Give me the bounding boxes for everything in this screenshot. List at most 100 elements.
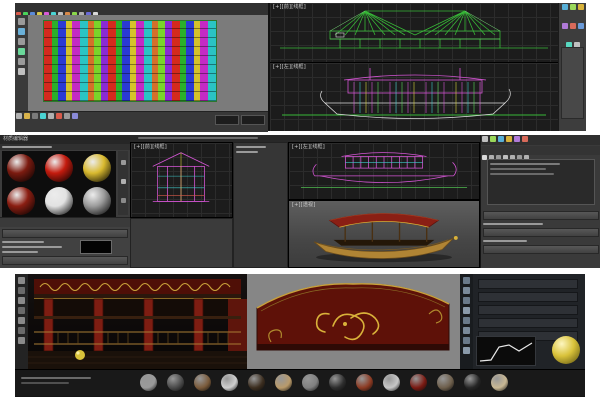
uv-side-icon[interactable] (18, 28, 25, 35)
viewport-boat-side[interactable]: [+][左][线框] (288, 142, 480, 200)
uv-editor-left-toolbar (15, 15, 28, 111)
panel-mode-icon[interactable] (463, 347, 470, 354)
material-thumbnail[interactable] (383, 374, 400, 391)
paint-tool-icon[interactable] (18, 327, 25, 334)
material-thumbnail[interactable] (194, 374, 211, 391)
material-thumbnail[interactable] (464, 374, 481, 391)
material-sphere[interactable] (83, 187, 111, 215)
viewport-label[interactable]: [+][左][线框] (292, 144, 325, 151)
texture-paint-viewport[interactable] (247, 274, 460, 369)
wireframe-boat-svg (270, 63, 558, 131)
uv-bottom-icon[interactable] (40, 113, 46, 119)
material-thumbnail[interactable] (302, 374, 319, 391)
viewport-label[interactable]: [+][前][线框] (273, 4, 306, 11)
uv-side-icon[interactable] (18, 68, 25, 75)
rollout-header[interactable] (483, 245, 599, 254)
uv-bottom-icon[interactable] (64, 113, 70, 119)
uv-editor-window (15, 3, 270, 131)
rollout-header[interactable] (483, 228, 599, 237)
material-side-icon[interactable] (121, 179, 126, 184)
material-editor-menubar[interactable] (0, 144, 130, 150)
curve-svg (477, 337, 535, 365)
material-sphere[interactable] (7, 187, 35, 215)
uv-side-icon[interactable] (18, 58, 25, 65)
material-thumbnail[interactable] (437, 374, 454, 391)
create-tab-icon[interactable] (506, 136, 512, 142)
create-tab-icon[interactable] (514, 136, 520, 142)
diffuse-color-swatch[interactable] (80, 240, 112, 254)
viewport-front-wireframe[interactable]: [+][前][线框] (270, 3, 558, 63)
rollout-header[interactable] (483, 211, 599, 220)
paint-tool-icon[interactable] (18, 297, 25, 304)
material-preview-sphere[interactable] (552, 336, 580, 364)
uv-bottom-icon[interactable] (56, 113, 62, 119)
paint-tool-icon[interactable] (18, 287, 25, 294)
paint-tool-icon[interactable] (18, 307, 25, 314)
create-tab-icon[interactable] (490, 136, 496, 142)
curve-editor-widget[interactable] (476, 336, 536, 366)
material-thumbnail[interactable] (248, 374, 265, 391)
material-thumbnail[interactable] (329, 374, 346, 391)
material-sphere[interactable] (83, 154, 111, 182)
material-side-icon[interactable] (121, 198, 126, 203)
material-editor-titlebar[interactable]: 材质编辑器 (0, 135, 130, 144)
create-tab-icon[interactable] (482, 136, 488, 142)
material-thumbnail[interactable] (410, 374, 427, 391)
material-sphere[interactable] (7, 154, 35, 182)
uv-side-icon[interactable] (18, 18, 25, 25)
uv-coord-field-v[interactable] (241, 115, 265, 125)
create-tab-icon[interactable] (522, 136, 528, 142)
uv-bottom-icon[interactable] (72, 113, 78, 119)
property-row[interactable] (478, 292, 578, 302)
viewport-pavilion-front[interactable]: [+][前][线框] (130, 142, 233, 218)
material-thumbnail[interactable] (491, 374, 508, 391)
paint-tool-icon[interactable] (18, 317, 25, 324)
viewport-left-wireframe[interactable]: [+][左][线框] (270, 63, 558, 131)
property-row[interactable] (478, 279, 578, 289)
viewport-label[interactable]: [+][左][线框] (273, 64, 306, 71)
viewport-label[interactable]: [+][前][线框] (134, 144, 167, 151)
uv-bottom-icon[interactable] (24, 113, 30, 119)
uv-bottom-icon[interactable] (16, 113, 22, 119)
uv-bottom-icon[interactable] (32, 113, 38, 119)
uv-canvas[interactable] (28, 15, 268, 111)
panel-mode-icon[interactable] (463, 317, 470, 324)
uv-coord-field-u[interactable] (215, 115, 239, 125)
command-panel-icon[interactable] (562, 4, 568, 10)
panel-mode-icon[interactable] (463, 327, 470, 334)
material-thumbnail[interactable] (356, 374, 373, 391)
shaded-boat-svg (289, 201, 479, 267)
viewport-label[interactable]: [+][透视] (292, 202, 315, 209)
material-sphere[interactable] (45, 187, 73, 215)
property-row[interactable] (478, 305, 578, 315)
paint-tool-icon[interactable] (18, 277, 25, 284)
panel-mode-icon[interactable] (463, 337, 470, 344)
rollout-header[interactable] (2, 229, 128, 238)
command-panel-icon[interactable] (570, 23, 576, 29)
command-panel-icon[interactable] (570, 4, 576, 10)
material-side-icon[interactable] (121, 160, 126, 165)
property-row[interactable] (478, 318, 578, 328)
material-thumbnail[interactable] (275, 374, 292, 391)
paint-tool-icon[interactable] (18, 337, 25, 344)
uv-side-icon[interactable] (18, 38, 25, 45)
material-sphere[interactable] (45, 154, 73, 182)
viewport-perspective-shaded[interactable]: [+][透视] (288, 200, 480, 268)
centre-panel-column (233, 142, 288, 268)
panel-mode-icon[interactable] (463, 277, 470, 284)
command-panel-icon[interactable] (562, 23, 568, 29)
command-panel-icon[interactable] (578, 4, 584, 10)
command-panel-icon[interactable] (578, 23, 584, 29)
material-thumbnail[interactable] (167, 374, 184, 391)
rollout-header[interactable] (2, 256, 128, 265)
create-tab-icon[interactable] (498, 136, 504, 142)
panel-mode-icon[interactable] (463, 307, 470, 314)
panel-mode-icon[interactable] (463, 287, 470, 294)
uv-side-icon[interactable] (18, 48, 25, 55)
render-viewport[interactable] (28, 274, 247, 369)
uv-bottom-icon[interactable] (48, 113, 54, 119)
object-list-box[interactable] (487, 159, 595, 205)
material-thumbnail[interactable] (140, 374, 157, 391)
material-thumbnail[interactable] (221, 374, 238, 391)
panel-mode-icon[interactable] (463, 297, 470, 304)
